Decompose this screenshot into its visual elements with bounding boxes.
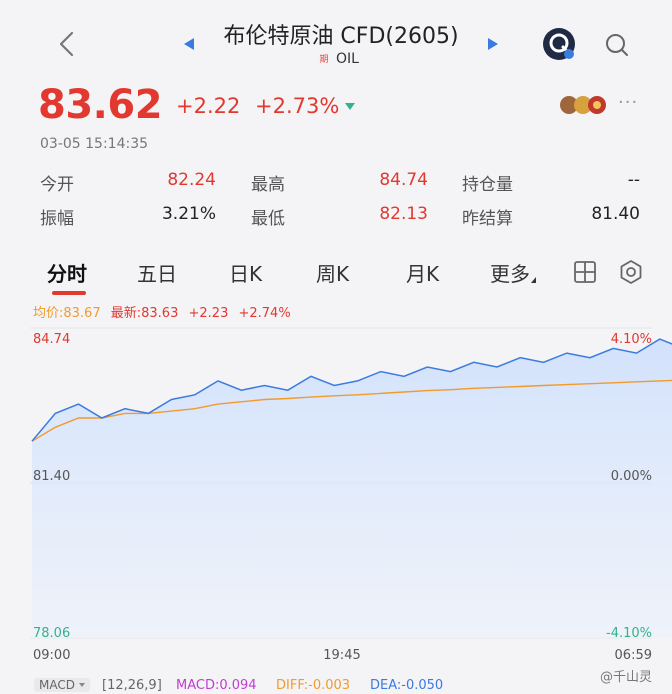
low-label: 最低 [251, 209, 285, 229]
amplitude-label: 振幅 [40, 209, 74, 229]
page-title: 布伦特原油 CFD(2605) [223, 24, 459, 49]
prev-contract-arrow-icon[interactable] [184, 38, 194, 50]
price-change: +2.22 [176, 94, 241, 118]
futures-badge: 期 [319, 55, 329, 65]
legend-last-price: 最新:83.63 [110, 306, 179, 321]
high-value: 84.74 [379, 170, 428, 190]
quote-timestamp: 03-05 15:14:35 [40, 136, 149, 152]
back-icon[interactable] [56, 30, 78, 58]
tab-monthly-k[interactable]: 月K [406, 258, 439, 287]
last-price: 83.62 [38, 82, 163, 128]
watermark: @千山灵 [600, 670, 653, 685]
tab-more[interactable]: 更多 [490, 258, 536, 287]
tab-daily-k[interactable]: 日K [229, 258, 262, 287]
open-value: 82.24 [167, 170, 216, 190]
next-contract-arrow-icon[interactable] [488, 38, 498, 50]
high-label: 最高 [251, 175, 285, 195]
legend-change: +2.23 [188, 306, 229, 321]
x-axis-end-label: 06:59 [615, 648, 652, 660]
x-axis-mid-label: 19:45 [323, 648, 360, 660]
chart-settings-icon[interactable] [618, 259, 644, 285]
indicator-dea-value: DEA:-0.050 [370, 678, 444, 693]
indicator-diff-value: DIFF:-0.003 [276, 678, 351, 693]
tab-weekly-k[interactable]: 周K [316, 258, 349, 287]
pct-axis-bottom-label: -4.10% [606, 626, 652, 641]
more-options-icon[interactable]: ··· [618, 92, 638, 113]
y-axis-bottom-label: 78.06 [33, 626, 70, 641]
intraday-chart[interactable]: 84.74 81.40 78.06 4.10% 0.00% -4.10% 09:… [0, 320, 672, 660]
open-label: 今开 [40, 175, 74, 195]
amplitude-value: 3.21% [161, 204, 216, 224]
legend-change-pct: +2.74% [238, 306, 291, 321]
indicator-macd-value: MACD:0.094 [176, 678, 257, 693]
chart-legend: 均价:83.67 最新:83.63 +2.23 +2.74% [33, 302, 291, 321]
tab-five-day[interactable]: 五日 [137, 258, 177, 287]
pct-axis-top-label: 4.10% [611, 332, 652, 347]
market-code: 期 OIL [318, 51, 359, 67]
prev-settle-value: 81.40 [591, 204, 640, 224]
low-value: 82.13 [379, 204, 428, 224]
tab-more-label: 更多 [490, 262, 530, 286]
price-fill-area [32, 339, 672, 638]
open-interest-value: -- [627, 170, 640, 190]
trend-arrow-icon [345, 103, 355, 110]
legend-avg-price: 均价:83.67 [33, 306, 101, 321]
pct-axis-mid-label: 0.00% [611, 469, 652, 484]
assistant-logo-icon[interactable] [542, 27, 576, 61]
y-axis-mid-label: 81.40 [33, 469, 70, 484]
prev-settle-label: 昨结算 [462, 209, 513, 229]
indicator-caret-icon [78, 683, 85, 687]
active-tab-indicator [52, 291, 86, 295]
market-code-label: OIL [336, 51, 359, 67]
y-axis-top-label: 84.74 [33, 332, 70, 347]
open-interest-label: 持仓量 [462, 175, 513, 195]
price-change-percent: +2.73% [255, 94, 340, 118]
search-icon[interactable] [604, 32, 630, 58]
indicator-name: MACD [39, 678, 75, 692]
x-axis-start-label: 09:00 [33, 648, 70, 660]
layout-grid-icon[interactable] [573, 260, 597, 284]
tab-intraday[interactable]: 分时 [47, 258, 87, 287]
indicator-params: [12,26,9] [102, 678, 162, 693]
community-avatars-icon[interactable] [558, 94, 614, 116]
tab-more-caret-icon [531, 277, 536, 283]
indicator-selector[interactable]: MACD [34, 678, 90, 692]
